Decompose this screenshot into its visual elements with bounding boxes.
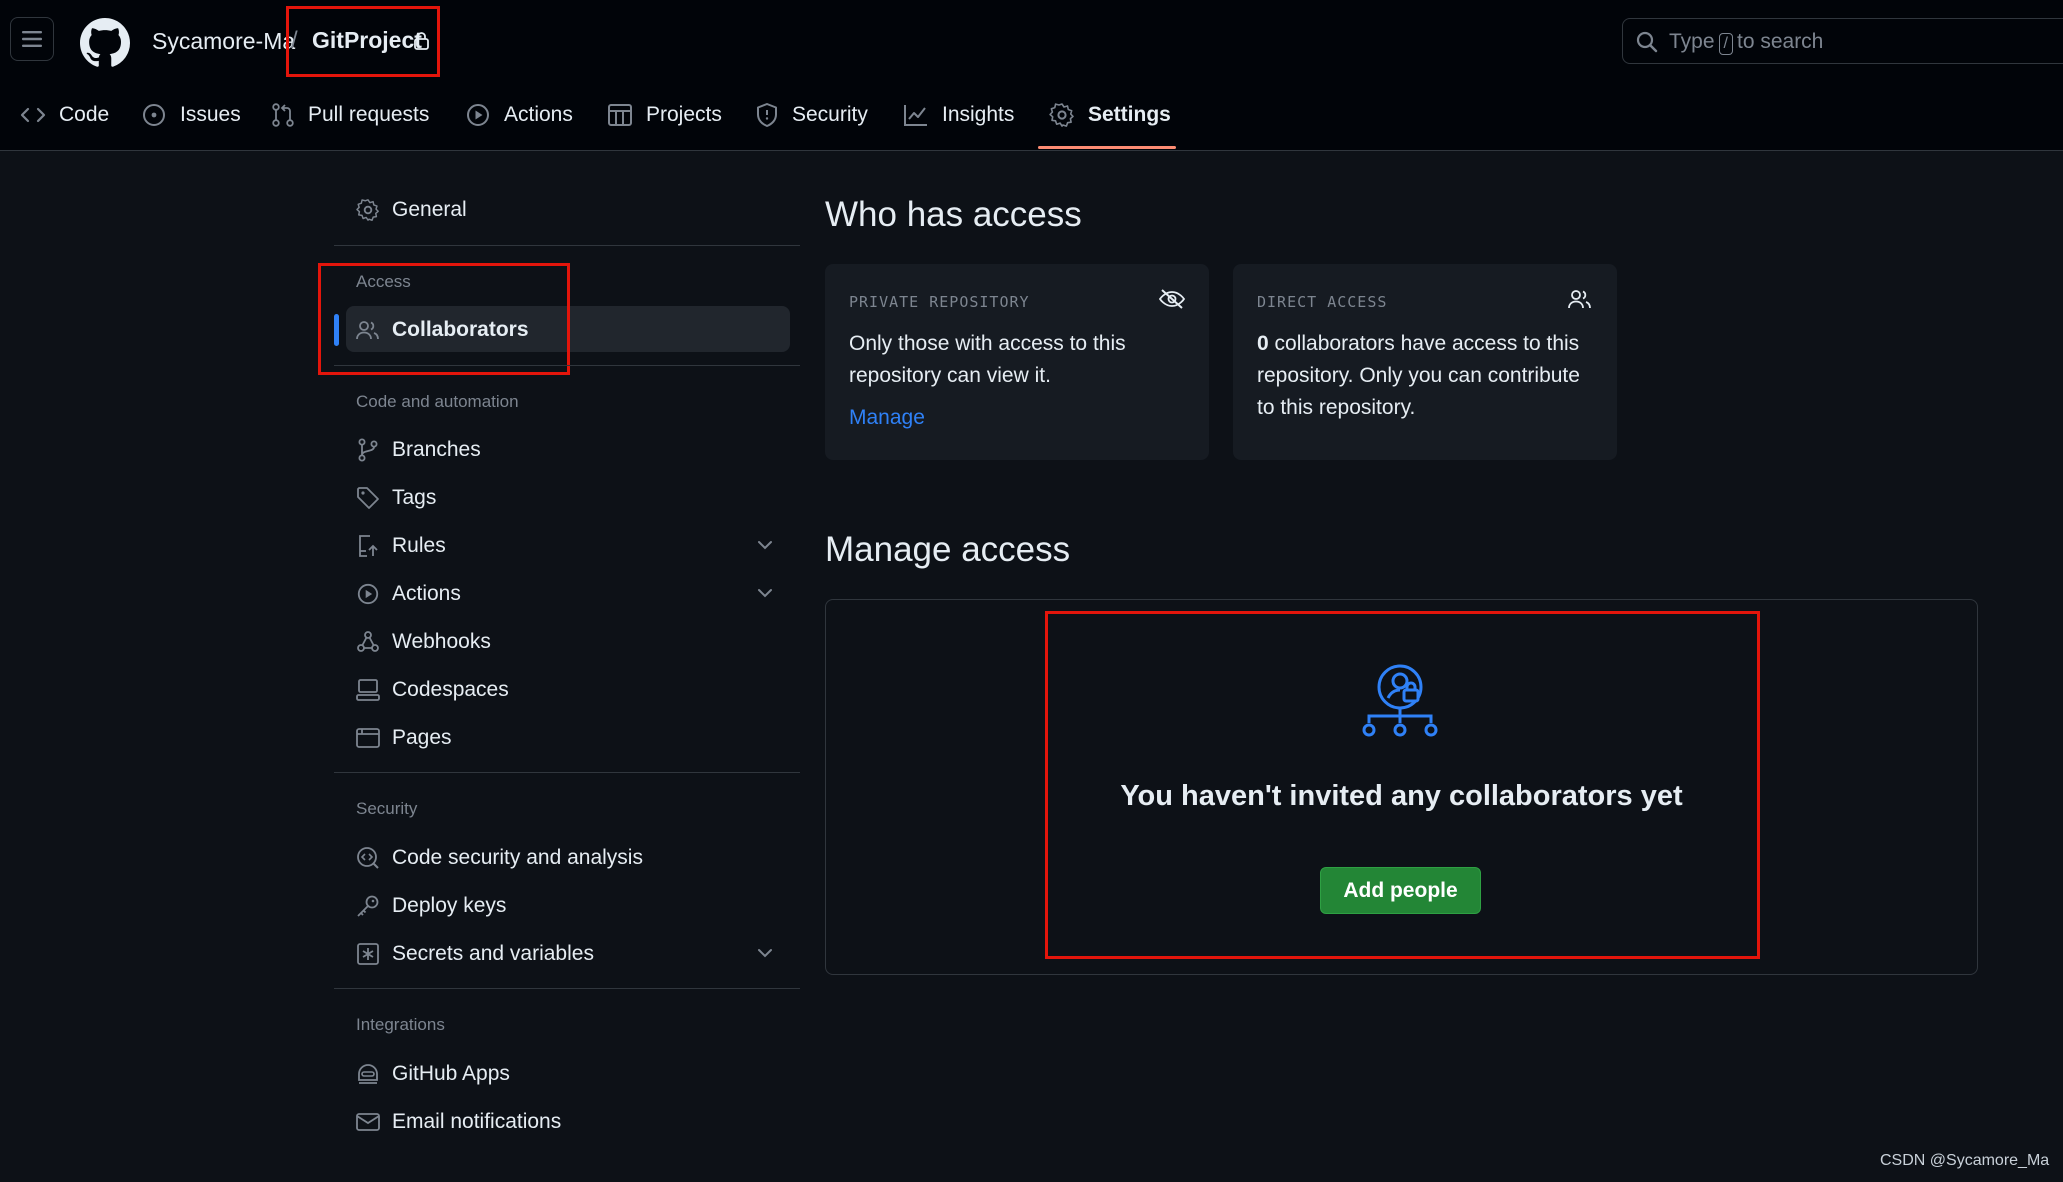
sidebar-item-code-security[interactable]: Code security and analysis — [356, 841, 643, 875]
card-label: DIRECT ACCESS — [1257, 293, 1388, 311]
gear-icon — [356, 199, 379, 221]
tab-label: Projects — [646, 103, 722, 126]
asterisk-icon — [357, 943, 379, 965]
sidebar-item-tags[interactable]: Tags — [356, 481, 436, 515]
tab-issues[interactable]: Issues — [141, 100, 241, 130]
private-repository-card: PRIVATE REPOSITORY Only those with acces… — [825, 264, 1209, 460]
hubot-icon — [358, 1064, 378, 1084]
search-input[interactable]: Type / to search — [1622, 18, 2063, 64]
chevron-down-icon[interactable] — [756, 944, 774, 962]
chevron-down-icon[interactable] — [756, 536, 774, 554]
sidebar-item-label: Tags — [392, 486, 437, 509]
tab-actions[interactable]: Actions — [465, 100, 573, 130]
sidebar-divider — [334, 988, 800, 989]
direct-access-card: DIRECT ACCESS 0 collaborators have acces… — [1233, 264, 1617, 460]
breadcrumb-owner[interactable]: Sycamore-Ma — [152, 28, 295, 55]
sidebar-item-label: Codespaces — [392, 678, 509, 701]
codespaces-icon — [356, 679, 380, 701]
github-logo-icon[interactable] — [80, 18, 130, 68]
annotation-box — [1045, 611, 1760, 959]
who-has-access-title: Who has access — [825, 195, 1082, 234]
search-placeholder: Type / to search — [1669, 30, 1824, 55]
manage-link[interactable]: Manage — [849, 406, 925, 430]
code-icon — [20, 107, 46, 123]
tag-icon — [357, 487, 379, 509]
chevron-down-icon[interactable] — [756, 584, 774, 602]
pull-request-icon — [272, 103, 294, 127]
tab-label: Actions — [504, 103, 573, 126]
shield-icon — [757, 103, 777, 127]
tab-label: Security — [792, 103, 868, 126]
people-icon — [1567, 288, 1593, 310]
tab-settings[interactable]: Settings — [1049, 100, 1171, 130]
sidebar-item-deploy-keys[interactable]: Deploy keys — [356, 889, 506, 923]
sidebar-item-general[interactable]: General — [356, 193, 467, 227]
sidebar-item-label: GitHub Apps — [392, 1062, 510, 1085]
sidebar-item-label: Branches — [392, 438, 481, 461]
watermark: CSDN @Sycamore_Ma — [1880, 1152, 2050, 1169]
play-icon — [357, 583, 379, 605]
sidebar-heading-integrations: Integrations — [356, 1015, 445, 1034]
menu-button[interactable] — [10, 17, 54, 61]
sidebar-item-codespaces[interactable]: Codespaces — [356, 673, 509, 707]
eye-closed-icon — [1159, 288, 1185, 310]
sidebar-item-label: Rules — [392, 534, 446, 557]
sidebar-item-label: Actions — [392, 582, 461, 605]
tab-pull-requests[interactable]: Pull requests — [271, 100, 429, 130]
webhook-icon — [357, 631, 379, 652]
sidebar-item-label: Code security and analysis — [392, 846, 643, 869]
manage-access-title: Manage access — [825, 530, 1071, 569]
hamburger-icon — [22, 31, 42, 47]
sidebar-item-label: Deploy keys — [392, 894, 507, 917]
sidebar-item-branches[interactable]: Branches — [356, 433, 481, 467]
annotation-box — [318, 263, 570, 375]
browser-icon — [356, 728, 380, 748]
sidebar-item-github-apps[interactable]: GitHub Apps — [356, 1057, 510, 1091]
tab-label: Issues — [180, 103, 241, 126]
tab-label: Code — [59, 103, 110, 126]
sidebar-heading-security: Security — [356, 799, 418, 818]
tab-insights[interactable]: Insights — [903, 100, 1014, 130]
collaborator-count: 0 — [1257, 332, 1269, 355]
issue-icon — [143, 104, 165, 126]
sidebar-divider — [334, 772, 800, 773]
card-description: 0 collaborators have access to this repo… — [1257, 332, 1580, 419]
tab-security[interactable]: Security — [755, 100, 868, 130]
play-icon — [467, 104, 489, 126]
card-label: PRIVATE REPOSITORY — [849, 293, 1030, 311]
repo-push-icon — [359, 535, 378, 557]
tab-label: Pull requests — [308, 103, 430, 126]
sidebar-item-pages[interactable]: Pages — [356, 721, 452, 755]
sidebar-item-label: Secrets and variables — [392, 942, 594, 965]
codescan-icon — [357, 847, 379, 869]
sidebar-item-webhooks[interactable]: Webhooks — [356, 625, 491, 659]
sidebar-item-actions[interactable]: Actions — [356, 577, 461, 611]
sidebar-item-rules[interactable]: Rules — [356, 529, 446, 563]
card-description: Only those with access to this repositor… — [849, 332, 1126, 387]
gear-icon — [1049, 103, 1074, 127]
sidebar-item-secrets[interactable]: Secrets and variables — [356, 937, 594, 971]
sidebar-item-label: Pages — [392, 726, 452, 749]
tab-projects[interactable]: Projects — [607, 100, 722, 130]
tab-code[interactable]: Code — [20, 100, 109, 130]
search-shortcut-key: / — [1718, 33, 1733, 55]
sidebar-item-label: General — [392, 198, 467, 221]
key-icon — [357, 895, 379, 917]
sidebar-divider — [334, 245, 800, 246]
sidebar-item-email-notifications[interactable]: Email notifications — [356, 1105, 561, 1139]
sidebar-heading-code-automation: Code and automation — [356, 392, 519, 411]
sidebar-item-label: Email notifications — [392, 1110, 562, 1133]
sidebar-item-label: Webhooks — [392, 630, 491, 653]
search-icon — [1635, 30, 1659, 54]
tab-label: Settings — [1088, 103, 1171, 126]
branch-icon — [358, 438, 378, 462]
tab-label: Insights — [942, 103, 1015, 126]
mail-icon — [356, 1113, 380, 1131]
sidebar-divider — [334, 365, 800, 366]
table-icon — [608, 104, 632, 126]
annotation-box — [286, 6, 440, 77]
active-tab-indicator — [1038, 146, 1176, 149]
graph-icon — [904, 105, 927, 126]
